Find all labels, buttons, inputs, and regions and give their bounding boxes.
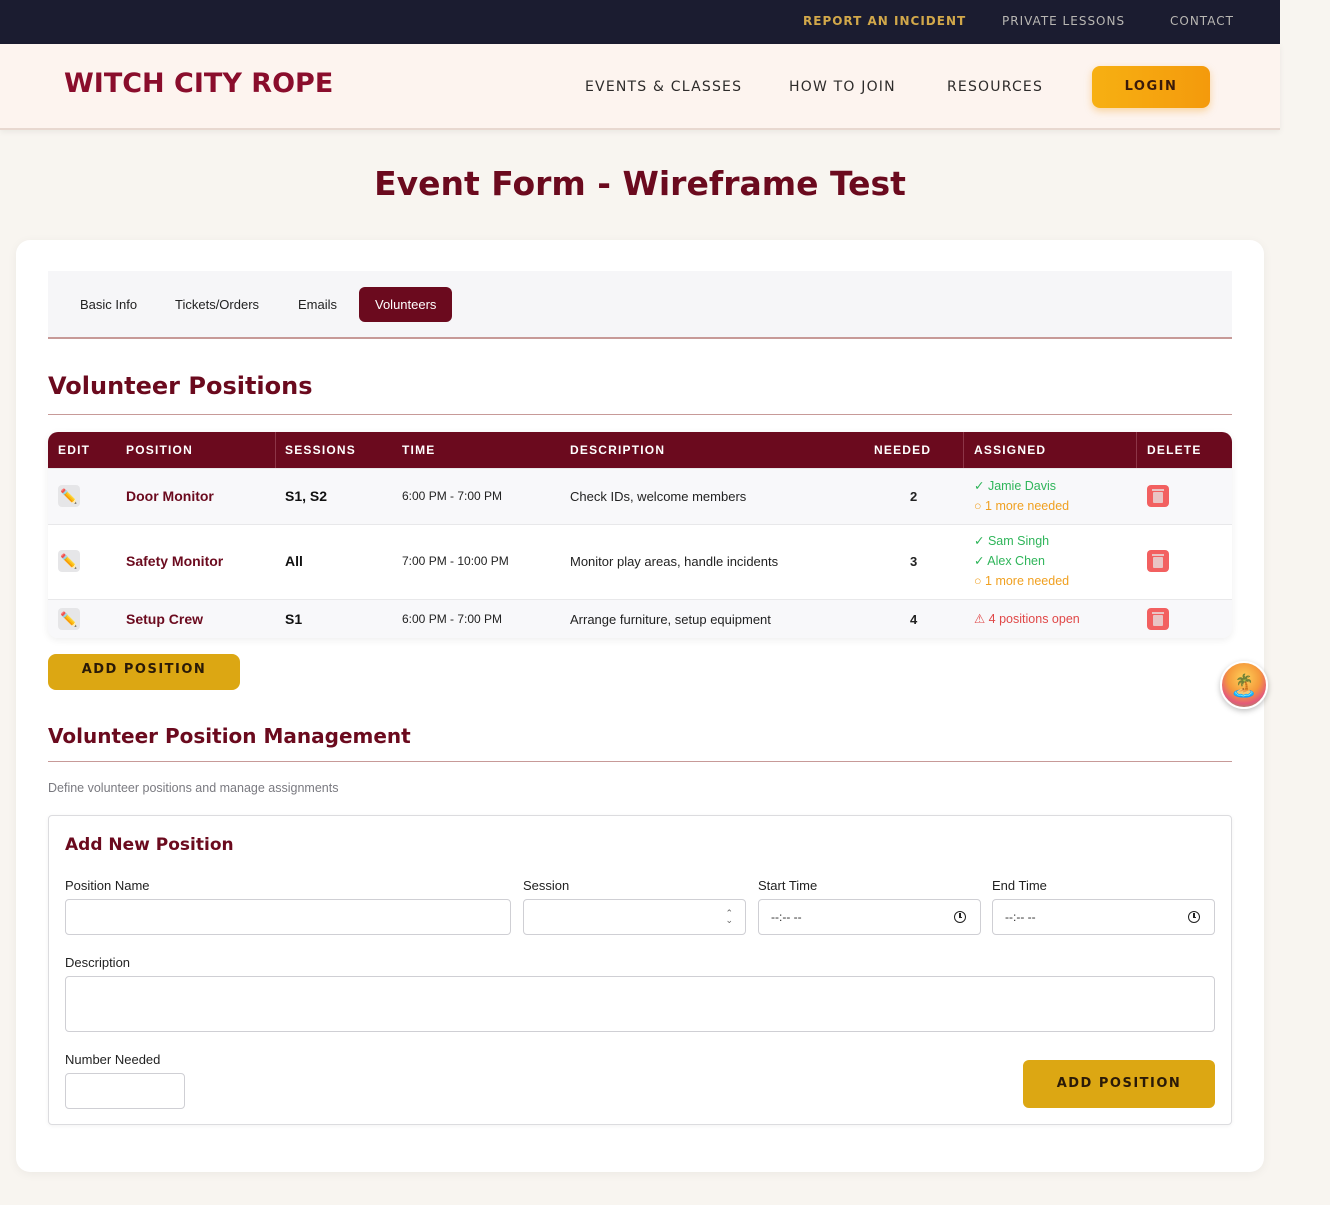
position-time: 6:00 PM - 7:00 PM [402,489,503,503]
position-name: Setup Crew [126,611,204,627]
position-description: Monitor play areas, handle incidents [570,554,779,569]
column-header-description: DESCRIPTION [570,443,666,457]
position-assigned: ⚠ 4 positions open [974,609,1080,629]
column-header-sessions: SESSIONS [285,443,356,457]
assigned-volunteer: ✓ Sam Singh [974,534,1050,548]
assigned-volunteer: ✓ Jamie Davis [974,479,1057,493]
form-tabs: Basic Info Tickets/Orders Emails Volunte… [48,271,1232,339]
clock-icon[interactable] [954,911,966,923]
assigned-volunteer: ✓ Alex Chen [974,554,1045,568]
private-lessons-link[interactable]: PRIVATE LESSONS [1002,14,1125,28]
tab-basic-info[interactable]: Basic Info [64,287,153,322]
column-divider [275,432,276,468]
column-divider [1136,432,1137,468]
description-label: Description [65,955,131,970]
table-row: ✏️ Safety Monitor All 7:00 PM - 10:00 PM… [48,524,1232,599]
pencil-icon[interactable]: ✏️ [58,550,80,572]
session-select[interactable]: ⌃ ⌄ [523,899,746,935]
position-name-label: Position Name [65,878,150,893]
table-header: EDIT POSITION SESSIONS TIME DESCRIPTION … [48,432,1232,468]
tab-volunteers[interactable]: Volunteers [359,287,453,322]
add-position-button[interactable]: ADD POSITION [48,654,240,690]
open-positions-warning: ⚠ 4 positions open [974,612,1080,626]
trash-icon[interactable] [1147,608,1169,630]
utility-bar: REPORT AN INCIDENT PRIVATE LESSONS CONTA… [0,0,1280,44]
nav-resources[interactable]: RESOURCES [947,79,1043,95]
number-needed-label: Number Needed [65,1052,161,1067]
open-slot-status: ○ 1 more needed [974,499,1070,513]
session-label: Session [523,878,570,893]
position-description: Arrange furniture, setup equipment [570,612,771,627]
event-form-card: Basic Info Tickets/Orders Emails Volunte… [16,240,1264,1172]
position-assigned: ✓ Jamie Davis ○ 1 more needed [974,476,1069,516]
open-slot-status: ○ 1 more needed [974,574,1070,588]
number-needed-input[interactable] [65,1073,185,1109]
position-sessions: S1, S2 [285,488,328,504]
start-time-input[interactable]: --:-- -- [758,899,981,935]
tab-tickets-orders[interactable]: Tickets/Orders [159,287,275,322]
description-textarea[interactable] [65,976,1215,1032]
add-position-submit-button[interactable]: ADD POSITION [1023,1060,1215,1108]
position-time: 7:00 PM - 10:00 PM [402,554,509,568]
column-header-assigned: ASSIGNED [974,443,1047,457]
island-icon[interactable]: 🏝️ [1220,661,1268,709]
login-button[interactable]: LOGIN [1092,66,1210,108]
nav-how-to-join[interactable]: HOW TO JOIN [789,79,896,95]
end-time-input[interactable]: --:-- -- [992,899,1215,935]
end-time-placeholder: --:-- -- [1005,910,1036,924]
column-header-needed: NEEDED [874,443,932,457]
position-name-input[interactable] [65,899,511,935]
management-description: Define volunteer positions and manage as… [48,781,339,795]
column-header-time: TIME [402,443,436,457]
position-sessions: All [285,553,303,569]
position-assigned: ✓ Sam Singh ✓ Alex Chen ○ 1 more needed [974,531,1069,591]
main-header: WITCH CITY ROPE EVENTS & CLASSES HOW TO … [0,44,1280,130]
position-name: Safety Monitor [126,553,224,569]
divider [48,761,1232,762]
pencil-icon[interactable]: ✏️ [58,608,80,630]
trash-icon[interactable] [1147,485,1169,507]
table-row: ✏️ Setup Crew S1 6:00 PM - 7:00 PM Arran… [48,599,1232,638]
start-time-label: Start Time [758,878,818,893]
table-row: ✏️ Door Monitor S1, S2 6:00 PM - 7:00 PM… [48,468,1232,524]
clock-icon[interactable] [1188,911,1200,923]
position-time: 6:00 PM - 7:00 PM [402,612,503,626]
position-management-heading: Volunteer Position Management [48,724,411,748]
column-header-delete: DELETE [1147,443,1202,457]
contact-link[interactable]: CONTACT [1170,14,1234,28]
volunteer-positions-table: EDIT POSITION SESSIONS TIME DESCRIPTION … [48,432,1232,638]
position-needed: 2 [910,489,918,504]
nav-events-classes[interactable]: EVENTS & CLASSES [585,79,742,95]
tab-emails[interactable]: Emails [282,287,353,322]
column-divider [963,432,964,468]
trash-icon[interactable] [1147,550,1169,572]
divider [48,414,1232,415]
position-description: Check IDs, welcome members [570,489,747,504]
position-name: Door Monitor [126,488,214,504]
chevron-updown-icon: ⌃ ⌄ [725,908,733,925]
site-logo[interactable]: WITCH CITY ROPE [64,68,333,99]
report-incident-link[interactable]: REPORT AN INCIDENT [803,14,966,28]
page-title: Event Form - Wireframe Test [374,164,906,203]
volunteer-positions-heading: Volunteer Positions [48,372,313,400]
column-header-edit: EDIT [58,443,91,457]
position-needed: 3 [910,554,918,569]
start-time-placeholder: --:-- -- [771,910,802,924]
pencil-icon[interactable]: ✏️ [58,485,80,507]
position-needed: 4 [910,612,918,627]
add-position-label: ADD POSITION [81,662,207,677]
add-position-form-title: Add New Position [65,835,234,855]
add-position-form: Add New Position Position Name Session ⌃… [48,815,1232,1125]
position-sessions: S1 [285,611,303,627]
end-time-label: End Time [992,878,1047,893]
column-header-position: POSITION [126,443,193,457]
